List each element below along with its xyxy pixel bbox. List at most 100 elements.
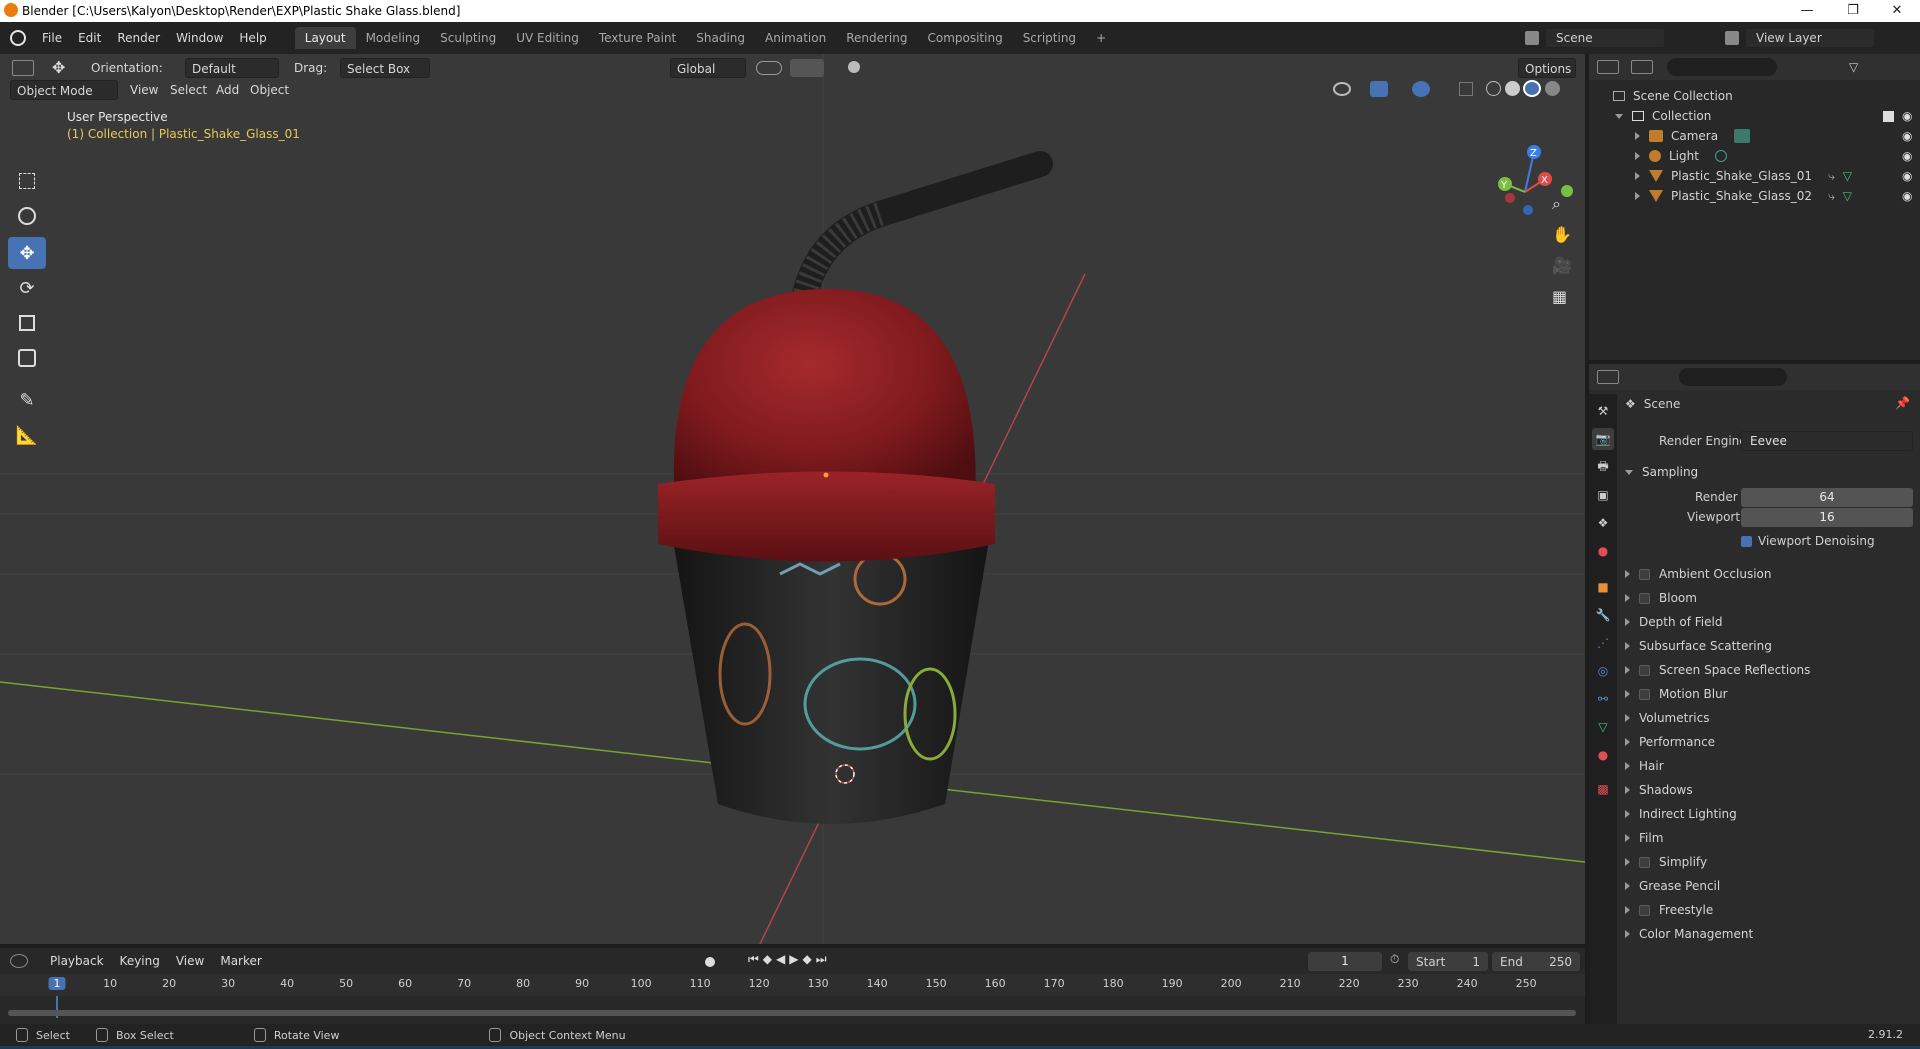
panel-volumetrics[interactable]: Volumetrics (1625, 706, 1709, 730)
panel-shadows[interactable]: Shadows (1625, 778, 1693, 802)
end-frame-field[interactable]: End 250 (1492, 952, 1580, 971)
pivot-point-icon[interactable] (756, 61, 782, 75)
properties-search-input[interactable] (1679, 368, 1787, 386)
panel-film[interactable]: Film (1625, 826, 1663, 850)
playback-controls[interactable]: ⏮◆◀▶◆⏭ (748, 952, 831, 967)
data-tab-icon[interactable]: ▽ (1592, 716, 1614, 738)
outliner-item-glass-02[interactable]: Plastic_Shake_Glass_02 ⤷ ▽ ◉ (1589, 186, 1920, 206)
collection-eye-icon[interactable]: ◉ (1902, 109, 1912, 123)
outliner-scene-collection[interactable]: Scene Collection (1589, 86, 1920, 106)
menu-view[interactable]: View (124, 80, 164, 100)
timeline-scrollbar[interactable] (8, 1010, 1576, 1016)
menu-window[interactable]: Window (168, 31, 231, 45)
modifier-tab-icon[interactable]: 🔧 (1592, 604, 1614, 626)
timeline-editor-icon[interactable] (10, 954, 28, 968)
menu-edit[interactable]: Edit (70, 31, 109, 45)
material-preview-icon[interactable] (1523, 80, 1541, 97)
scale-tool[interactable] (8, 307, 46, 339)
menu-keying[interactable]: Keying (112, 954, 168, 968)
tab-shading[interactable]: Shading (686, 27, 755, 49)
view-layer-tab-icon[interactable]: ▣ (1592, 484, 1614, 506)
camera-expand-icon[interactable] (1635, 132, 1640, 140)
outliner-collection[interactable]: Collection ◉ (1589, 106, 1920, 126)
snap-toggle-icon[interactable] (790, 59, 824, 77)
select-box-tool[interactable] (8, 165, 46, 197)
transform-gizmo-icon[interactable]: ✥ (52, 58, 65, 77)
panel-enable-checkbox[interactable] (1639, 592, 1650, 604)
render-samples-field[interactable]: 64 (1741, 488, 1913, 507)
rendered-shading-icon[interactable] (1545, 81, 1560, 96)
menu-object[interactable]: Object (244, 80, 295, 100)
view-layer-field[interactable]: View Layer (1745, 28, 1875, 48)
orientation-dropdown[interactable]: Default (185, 58, 279, 78)
options-dropdown[interactable]: Options (1518, 58, 1576, 78)
camera-view-icon[interactable]: 🎥 (1552, 256, 1572, 275)
panel-enable-checkbox[interactable] (1639, 688, 1650, 700)
minimize-button[interactable]: — (1784, 0, 1830, 22)
3d-viewport[interactable]: Z X Y ✥ Orientation: Default Drag: Selec… (0, 54, 1585, 944)
transform-tool[interactable] (8, 342, 46, 374)
viewport-denoising-toggle[interactable]: Viewport Denoising (1741, 532, 1875, 550)
material-tab-icon[interactable]: ● (1592, 744, 1614, 766)
outliner-search-input[interactable] (1667, 58, 1777, 76)
render-tab-icon[interactable]: 📷 (1592, 428, 1614, 450)
panel-indirect-lighting[interactable]: Indirect Lighting (1625, 802, 1737, 826)
transform-orientation-dropdown[interactable]: Global (670, 58, 746, 78)
filter-icon[interactable]: ▽ (1849, 60, 1858, 74)
ortho-grid-icon[interactable]: ▦ (1552, 287, 1567, 306)
tab-layout[interactable]: Layout (294, 27, 356, 49)
view-layer-selector[interactable]: View Layer (1725, 27, 1875, 49)
panel-screen-space-reflections[interactable]: Screen Space Reflections (1625, 658, 1810, 682)
visibility-icon[interactable] (1333, 82, 1351, 96)
timeline-ruler[interactable]: 1 10 20 30 40 50 60 70 80 90 100 110 120 130 140 150 160… (0, 974, 1585, 996)
glass-01-modifier-icon[interactable]: ⤷ (1828, 169, 1835, 184)
panel-enable-checkbox[interactable] (1639, 904, 1650, 916)
menu-playback[interactable]: Playback (42, 954, 112, 968)
menu-file[interactable]: File (34, 31, 70, 45)
panel-ambient-occlusion[interactable]: Ambient Occlusion (1625, 562, 1771, 586)
zoom-icon[interactable]: ⌕ (1552, 194, 1561, 214)
object-origin[interactable] (823, 472, 829, 478)
camera-data-icon[interactable] (1734, 129, 1751, 143)
solid-shading-icon[interactable] (1505, 81, 1520, 96)
tab-modeling[interactable]: Modeling (356, 27, 431, 49)
measure-tool[interactable]: 📐 (8, 419, 46, 451)
viewport-scene[interactable]: Z X Y (0, 54, 1585, 944)
move-tool[interactable]: ✥ (8, 237, 46, 269)
panel-bloom[interactable]: Bloom (1625, 586, 1697, 610)
camera-eye-icon[interactable]: ◉ (1902, 129, 1912, 143)
glass-01-expand-icon[interactable] (1635, 172, 1640, 180)
viewport-samples-field[interactable]: 16 (1741, 508, 1913, 527)
outliner-editor-icon[interactable] (1597, 60, 1619, 74)
collection-expand-icon[interactable] (1615, 113, 1623, 119)
cursor-tool[interactable] (8, 200, 46, 232)
menu-timeline-view[interactable]: View (168, 954, 212, 968)
current-frame-field[interactable]: 1 (1308, 952, 1382, 971)
tab-sculpting[interactable]: Sculpting (430, 27, 506, 49)
properties-editor-icon[interactable] (1597, 370, 1619, 384)
panel-freestyle[interactable]: Freestyle (1625, 898, 1713, 922)
scene-name-field[interactable]: Scene (1545, 28, 1665, 48)
navigation-gizmo[interactable]: Z X Y (1498, 145, 1573, 215)
particles-tab-icon[interactable]: ⋰ (1592, 632, 1614, 654)
panel-depth-of-field[interactable]: Depth of Field (1625, 610, 1722, 634)
light-data-icon[interactable] (1714, 150, 1727, 162)
panel-simplify[interactable]: Simplify (1625, 850, 1707, 874)
record-icon[interactable] (705, 957, 715, 967)
tab-texture-paint[interactable]: Texture Paint (589, 27, 686, 49)
tab-uv-editing[interactable]: UV Editing (506, 27, 589, 49)
glass-01-eye-icon[interactable]: ◉ (1902, 169, 1912, 183)
panel-performance[interactable]: Performance (1625, 730, 1715, 754)
scene-tab-icon[interactable]: ❖ (1592, 512, 1614, 534)
blender-menu-icon[interactable] (10, 30, 26, 46)
tab-compositing[interactable]: Compositing (917, 27, 1012, 49)
object-mode-dropdown[interactable]: Object Mode (10, 80, 118, 100)
physics-tab-icon[interactable]: ◎ (1592, 660, 1614, 682)
panel-enable-checkbox[interactable] (1639, 664, 1650, 676)
pan-hand-icon[interactable]: ✋ (1552, 225, 1572, 244)
output-tab-icon[interactable]: 🖶 (1592, 456, 1614, 478)
glass-02-modifier-icon[interactable]: ⤷ (1828, 189, 1835, 204)
panel-motion-blur[interactable]: Motion Blur (1625, 682, 1728, 706)
xray-toggle-icon[interactable] (1459, 82, 1473, 96)
tab-animation[interactable]: Animation (755, 27, 836, 49)
